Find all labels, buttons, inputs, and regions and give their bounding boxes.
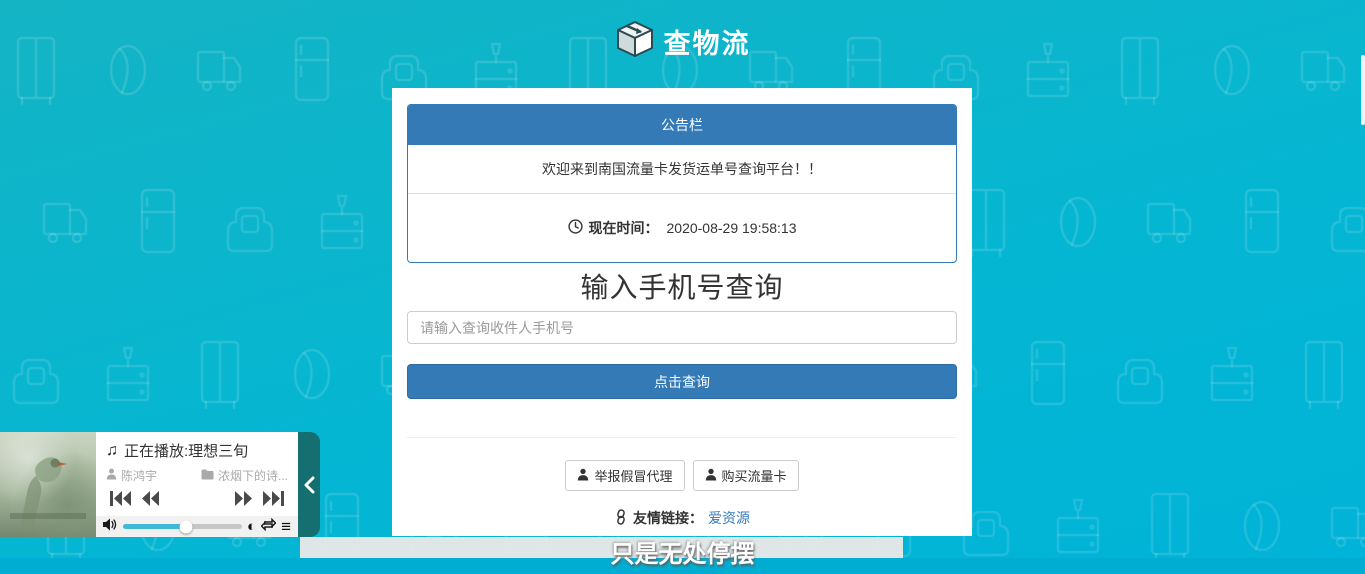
lyric-line: 只是无处停摆 — [0, 534, 1365, 569]
page-title: 输入手机号查询 — [392, 266, 972, 306]
divider — [407, 437, 957, 438]
person-icon — [705, 468, 717, 484]
buy-data-card-button[interactable]: 购买流量卡 — [693, 460, 799, 491]
clock-icon — [568, 219, 583, 237]
next-track-button[interactable] — [263, 491, 284, 506]
link-chain-icon — [614, 509, 628, 528]
now-playing-row: ♫ 正在播放:理想三旬 — [96, 432, 298, 461]
package-box-icon — [615, 20, 655, 63]
scrollbar-thumb[interactable] — [1361, 55, 1365, 125]
buy-button-label: 购买流量卡 — [722, 466, 787, 485]
previous-track-button[interactable] — [110, 491, 131, 506]
query-card: 公告栏 欢迎来到南国流量卡发货运单号查询平台！！ 现在时间： 2020-08-2… — [392, 88, 972, 536]
album-art[interactable] — [0, 432, 96, 537]
progress-slider[interactable] — [123, 524, 242, 529]
time-label: 现在时间： — [589, 218, 659, 238]
music-player: ♫ 正在播放:理想三旬 陈鸿宇 浓烟下的诗... — [0, 432, 320, 537]
theme-toggle-icon[interactable]: ◐ — [247, 519, 256, 534]
friend-links-row: 友情链接： 爱资源 — [392, 508, 972, 528]
folder-icon — [201, 469, 214, 483]
chevron-left-icon — [304, 476, 315, 494]
logo-text: 查物流 — [664, 22, 751, 61]
playlist-menu-icon[interactable]: ≡ — [281, 518, 291, 535]
site-logo: 查物流 — [0, 20, 1365, 63]
repeat-icon[interactable] — [261, 518, 276, 536]
volume-icon[interactable] — [103, 518, 118, 536]
player-bottom-bar: ◐ ≡ — [96, 516, 298, 537]
friend-links-label: 友情链接： — [633, 508, 703, 528]
slider-knob[interactable] — [180, 520, 193, 533]
announcement-welcome: 欢迎来到南国流量卡发货运单号查询平台！！ — [408, 145, 956, 194]
announcement-time-row: 现在时间： 2020-08-29 19:58:13 — [408, 194, 956, 262]
artist-meta: 陈鸿宇 — [106, 467, 157, 484]
player-collapse-tab[interactable] — [298, 432, 320, 537]
friend-link-aiziyuan[interactable]: 爱资源 — [708, 508, 750, 528]
album-name: 浓烟下的诗... — [218, 467, 288, 484]
slider-remaining-track — [188, 524, 242, 529]
rewind-button[interactable] — [141, 491, 159, 506]
transport-controls — [96, 484, 298, 506]
artist-name: 陈鸿宇 — [121, 467, 157, 484]
time-value: 2020-08-29 19:58:13 — [667, 220, 797, 236]
album-meta: 浓烟下的诗... — [201, 467, 288, 484]
page-scrollbar[interactable] — [1361, 0, 1365, 574]
music-note-icon: ♫ — [106, 442, 118, 460]
now-playing-text: 正在播放:理想三旬 — [124, 440, 248, 461]
announcement-header: 公告栏 — [408, 105, 956, 145]
fast-forward-button[interactable] — [235, 491, 253, 506]
person-icon — [577, 468, 589, 484]
query-submit-button[interactable]: 点击查询 — [407, 364, 957, 399]
report-fake-agent-button[interactable]: 举报假冒代理 — [565, 460, 684, 491]
track-meta-row: 陈鸿宇 浓烟下的诗... — [96, 461, 298, 484]
report-button-label: 举报假冒代理 — [594, 466, 672, 485]
announcement-panel: 公告栏 欢迎来到南国流量卡发货运单号查询平台！！ 现在时间： 2020-08-2… — [407, 104, 957, 263]
artist-icon — [106, 468, 117, 483]
phone-search-input[interactable] — [407, 311, 957, 344]
player-panel: ♫ 正在播放:理想三旬 陈鸿宇 浓烟下的诗... — [96, 432, 298, 537]
action-buttons-row: 举报假冒代理 购买流量卡 — [392, 460, 972, 491]
